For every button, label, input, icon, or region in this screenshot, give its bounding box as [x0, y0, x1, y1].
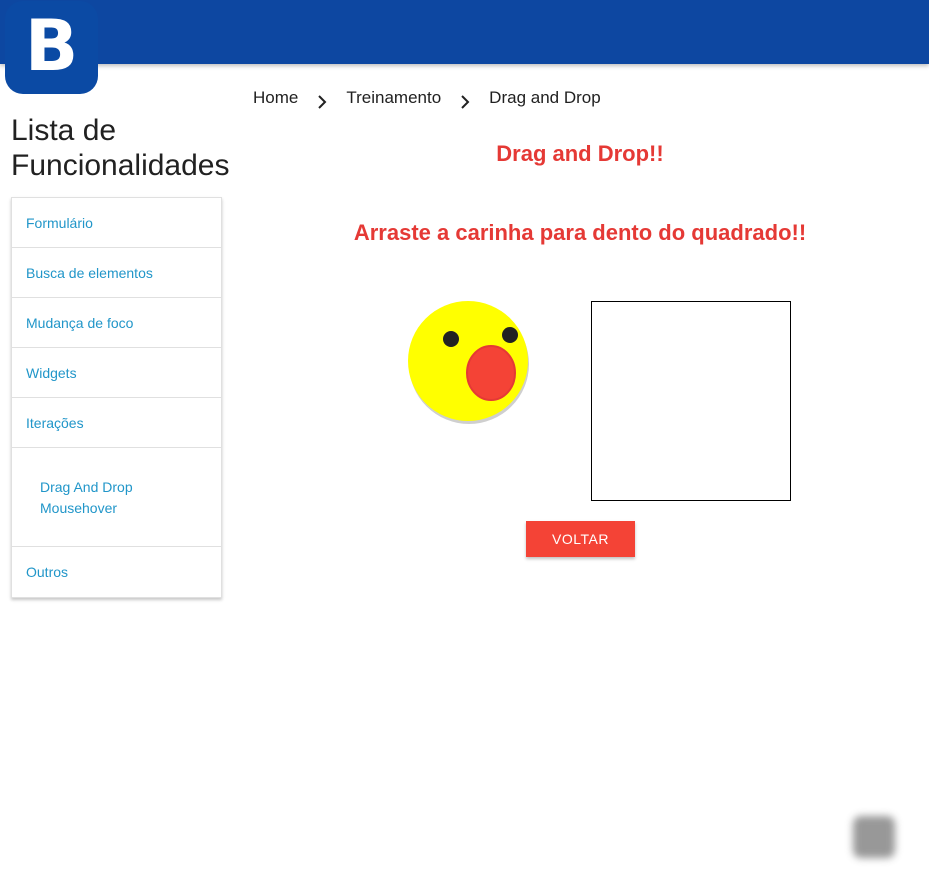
sidebar-submenu-iteracoes: Drag And Drop Mousehover — [12, 448, 221, 547]
breadcrumb-drag-and-drop[interactable]: Drag and Drop — [489, 88, 601, 108]
instructions-text: Arraste a carinha para dento do quadrado… — [353, 220, 807, 245]
sidebar-subitem-drag-and-drop[interactable]: Drag And Drop — [40, 477, 221, 498]
sidebar-item-iteracoes[interactable]: Iterações — [12, 398, 221, 448]
top-navbar — [0, 0, 929, 64]
chevron-right-icon — [441, 87, 489, 109]
sidebar-item-busca-de-elementos[interactable]: Busca de elementos — [12, 248, 221, 298]
sidebar-item-widgets[interactable]: Widgets — [12, 348, 221, 398]
floating-action-button[interactable] — [853, 816, 895, 858]
back-button[interactable]: VOLTAR — [526, 521, 635, 557]
logo[interactable]: B — [5, 1, 98, 94]
drop-target-square[interactable] — [591, 301, 791, 501]
sidebar-item-mudanca-de-foco[interactable]: Mudança de foco — [12, 298, 221, 348]
breadcrumb-treinamento[interactable]: Treinamento — [346, 88, 441, 108]
chevron-right-icon — [298, 87, 346, 109]
sidebar-menu: Formulário Busca de elementos Mudança de… — [11, 197, 222, 598]
logo-letter: B — [24, 4, 79, 87]
breadcrumb-home[interactable]: Home — [253, 88, 298, 108]
page-heading: Drag and Drop!! — [496, 141, 664, 166]
sidebar-subitem-mousehover[interactable]: Mousehover — [40, 498, 221, 519]
surprised-face-icon[interactable] — [407, 300, 531, 424]
breadcrumb: Home Treinamento Drag and Drop — [253, 86, 601, 110]
sidebar-item-formulario[interactable]: Formulário — [12, 198, 221, 248]
sidebar-title: Lista de Funcionalidades — [11, 114, 230, 182]
sidebar-item-outros[interactable]: Outros — [12, 547, 221, 597]
